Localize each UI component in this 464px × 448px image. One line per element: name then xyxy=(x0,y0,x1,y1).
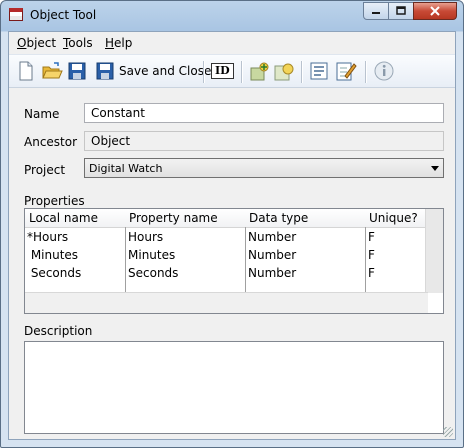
cell-local-name: Seconds xyxy=(27,266,82,280)
object-tool-window: Object Tool Object Tools Help Save and C… xyxy=(0,0,464,448)
close-button[interactable] xyxy=(413,2,457,20)
project-label: Project xyxy=(24,163,66,177)
cell-local-name: *Hours xyxy=(27,230,69,244)
horizontal-scrollbar[interactable] xyxy=(25,292,428,313)
cell-data-type: Number xyxy=(248,230,297,244)
name-field[interactable]: Constant xyxy=(84,103,444,123)
cell-unique: F xyxy=(368,248,375,262)
column-data-type[interactable]: Data type xyxy=(249,211,308,225)
cell-property-name: Minutes xyxy=(128,248,176,262)
new-document-icon xyxy=(19,61,33,81)
edit-document-button[interactable] xyxy=(335,60,357,82)
id-icon: ID xyxy=(211,63,234,79)
new-button[interactable] xyxy=(17,60,35,82)
info-icon xyxy=(374,61,394,81)
grid-header: Local name Property name Data type Uniqu… xyxy=(25,209,428,228)
column-property-name[interactable]: Property name xyxy=(129,211,218,225)
toolbar-separator xyxy=(365,61,366,83)
cell-unique: F xyxy=(368,230,375,244)
column-local-name[interactable]: Local name xyxy=(29,211,98,225)
save-button[interactable] xyxy=(67,60,87,82)
menu-bar: Object Tools Help xyxy=(9,32,455,53)
close-icon xyxy=(430,6,440,16)
cell-property-name: Seconds xyxy=(128,266,179,280)
object-image-icon xyxy=(274,63,294,81)
column-divider xyxy=(245,227,246,293)
minimize-icon xyxy=(372,12,380,14)
resize-grip-icon[interactable] xyxy=(443,427,453,437)
menu-help[interactable]: Help xyxy=(105,36,132,50)
client-area: Object Tools Help Save and Close ID Name… xyxy=(8,31,456,440)
name-label: Name xyxy=(24,107,60,121)
toolbar-separator xyxy=(203,61,204,83)
cell-local-name: Minutes xyxy=(27,248,79,262)
add-object-button[interactable] xyxy=(249,60,271,82)
cell-property-name: Hours xyxy=(128,230,164,244)
chevron-down-icon xyxy=(431,166,439,171)
save-and-close-icon xyxy=(96,62,114,80)
toolbar-separator xyxy=(301,61,302,83)
edit-document-icon xyxy=(336,62,357,81)
open-button[interactable] xyxy=(41,60,63,82)
open-folder-icon xyxy=(42,62,63,79)
properties-grid[interactable]: Local name Property name Data type Uniqu… xyxy=(24,208,444,314)
minimize-button[interactable] xyxy=(363,2,389,20)
toolbar: Save and Close ID xyxy=(9,54,455,88)
save-and-close-button[interactable]: Save and Close xyxy=(95,60,211,82)
column-divider xyxy=(125,227,126,293)
title-bar[interactable]: Object Tool xyxy=(1,1,463,31)
cell-unique: F xyxy=(368,266,375,280)
maximize-icon xyxy=(396,6,406,15)
cell-data-type: Number xyxy=(248,266,297,280)
maximize-button[interactable] xyxy=(388,2,414,20)
properties-list-button[interactable] xyxy=(309,60,329,82)
menu-object[interactable]: Object xyxy=(17,36,56,50)
column-unique[interactable]: Unique? xyxy=(369,211,418,225)
cell-data-type: Number xyxy=(248,248,297,262)
app-window-icon xyxy=(9,8,23,21)
save-icon xyxy=(68,62,86,80)
vertical-scrollbar[interactable] xyxy=(425,209,443,293)
save-and-close-label: Save and Close xyxy=(119,64,212,78)
properties-list-icon xyxy=(310,62,328,80)
properties-label: Properties xyxy=(24,194,85,208)
description-label: Description xyxy=(24,324,93,338)
project-dropdown-value: Digital Watch xyxy=(89,162,163,175)
description-field[interactable] xyxy=(24,341,444,434)
object-image-button[interactable] xyxy=(273,60,295,82)
info-button[interactable] xyxy=(373,60,395,82)
ancestor-label: Ancestor xyxy=(24,135,78,149)
id-button[interactable]: ID xyxy=(211,60,234,82)
column-divider xyxy=(365,227,366,293)
project-dropdown[interactable]: Digital Watch xyxy=(84,158,444,178)
toolbar-separator xyxy=(241,61,242,83)
add-object-icon xyxy=(250,62,269,81)
ancestor-field: Object xyxy=(84,131,444,151)
menu-tools[interactable]: Tools xyxy=(63,36,93,50)
window-title: Object Tool xyxy=(30,8,97,22)
